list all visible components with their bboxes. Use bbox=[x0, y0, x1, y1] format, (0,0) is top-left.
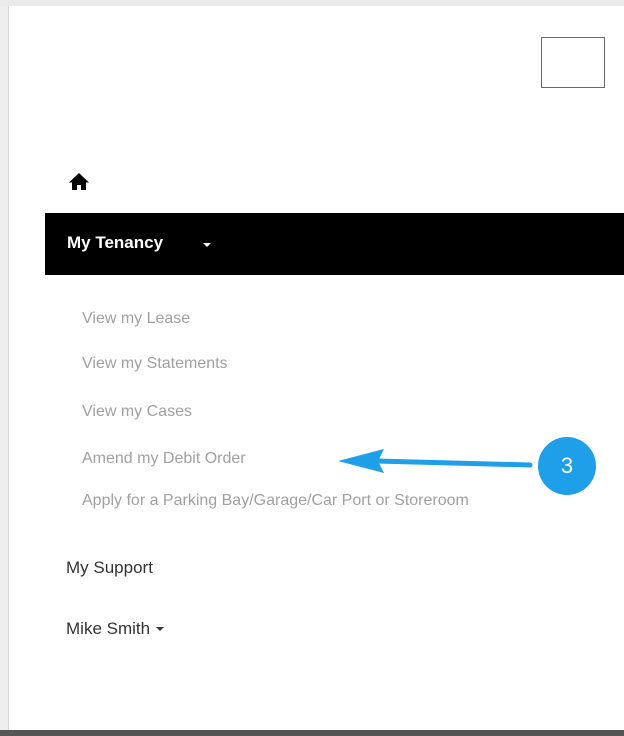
home-icon bbox=[69, 173, 89, 190]
submenu-view-cases[interactable]: View my Cases bbox=[82, 403, 192, 421]
window-bottom-edge bbox=[0, 730, 624, 736]
chevron-down-icon bbox=[156, 626, 165, 631]
nav-user-menu-label: Mike Smith bbox=[66, 619, 151, 638]
chevron-down-icon bbox=[203, 243, 211, 247]
submenu-view-statements[interactable]: View my Statements bbox=[82, 355, 228, 373]
submenu-view-lease[interactable]: View my Lease bbox=[82, 310, 190, 328]
menu-toggle-button[interactable] bbox=[541, 37, 605, 88]
submenu-amend-debit-order[interactable]: Amend my Debit Order bbox=[82, 450, 246, 468]
window-top-edge bbox=[0, 0, 624, 6]
nav-user-menu[interactable]: Mike Smith bbox=[66, 619, 165, 639]
nav-my-tenancy-label: My Tenancy bbox=[67, 233, 164, 252]
page: My Tenancy View my Lease View my Stateme… bbox=[0, 0, 624, 736]
submenu-apply-parking[interactable]: Apply for a Parking Bay/Garage/Car Port … bbox=[82, 492, 469, 510]
home-link[interactable] bbox=[66, 170, 92, 194]
nav-my-support-label: My Support bbox=[66, 558, 153, 577]
nav-my-tenancy[interactable]: My Tenancy bbox=[45, 213, 624, 275]
window-left-edge bbox=[0, 6, 8, 730]
nav-my-support[interactable]: My Support bbox=[66, 558, 153, 578]
step-badge: 3 bbox=[538, 437, 596, 495]
window-left-border bbox=[8, 6, 9, 730]
